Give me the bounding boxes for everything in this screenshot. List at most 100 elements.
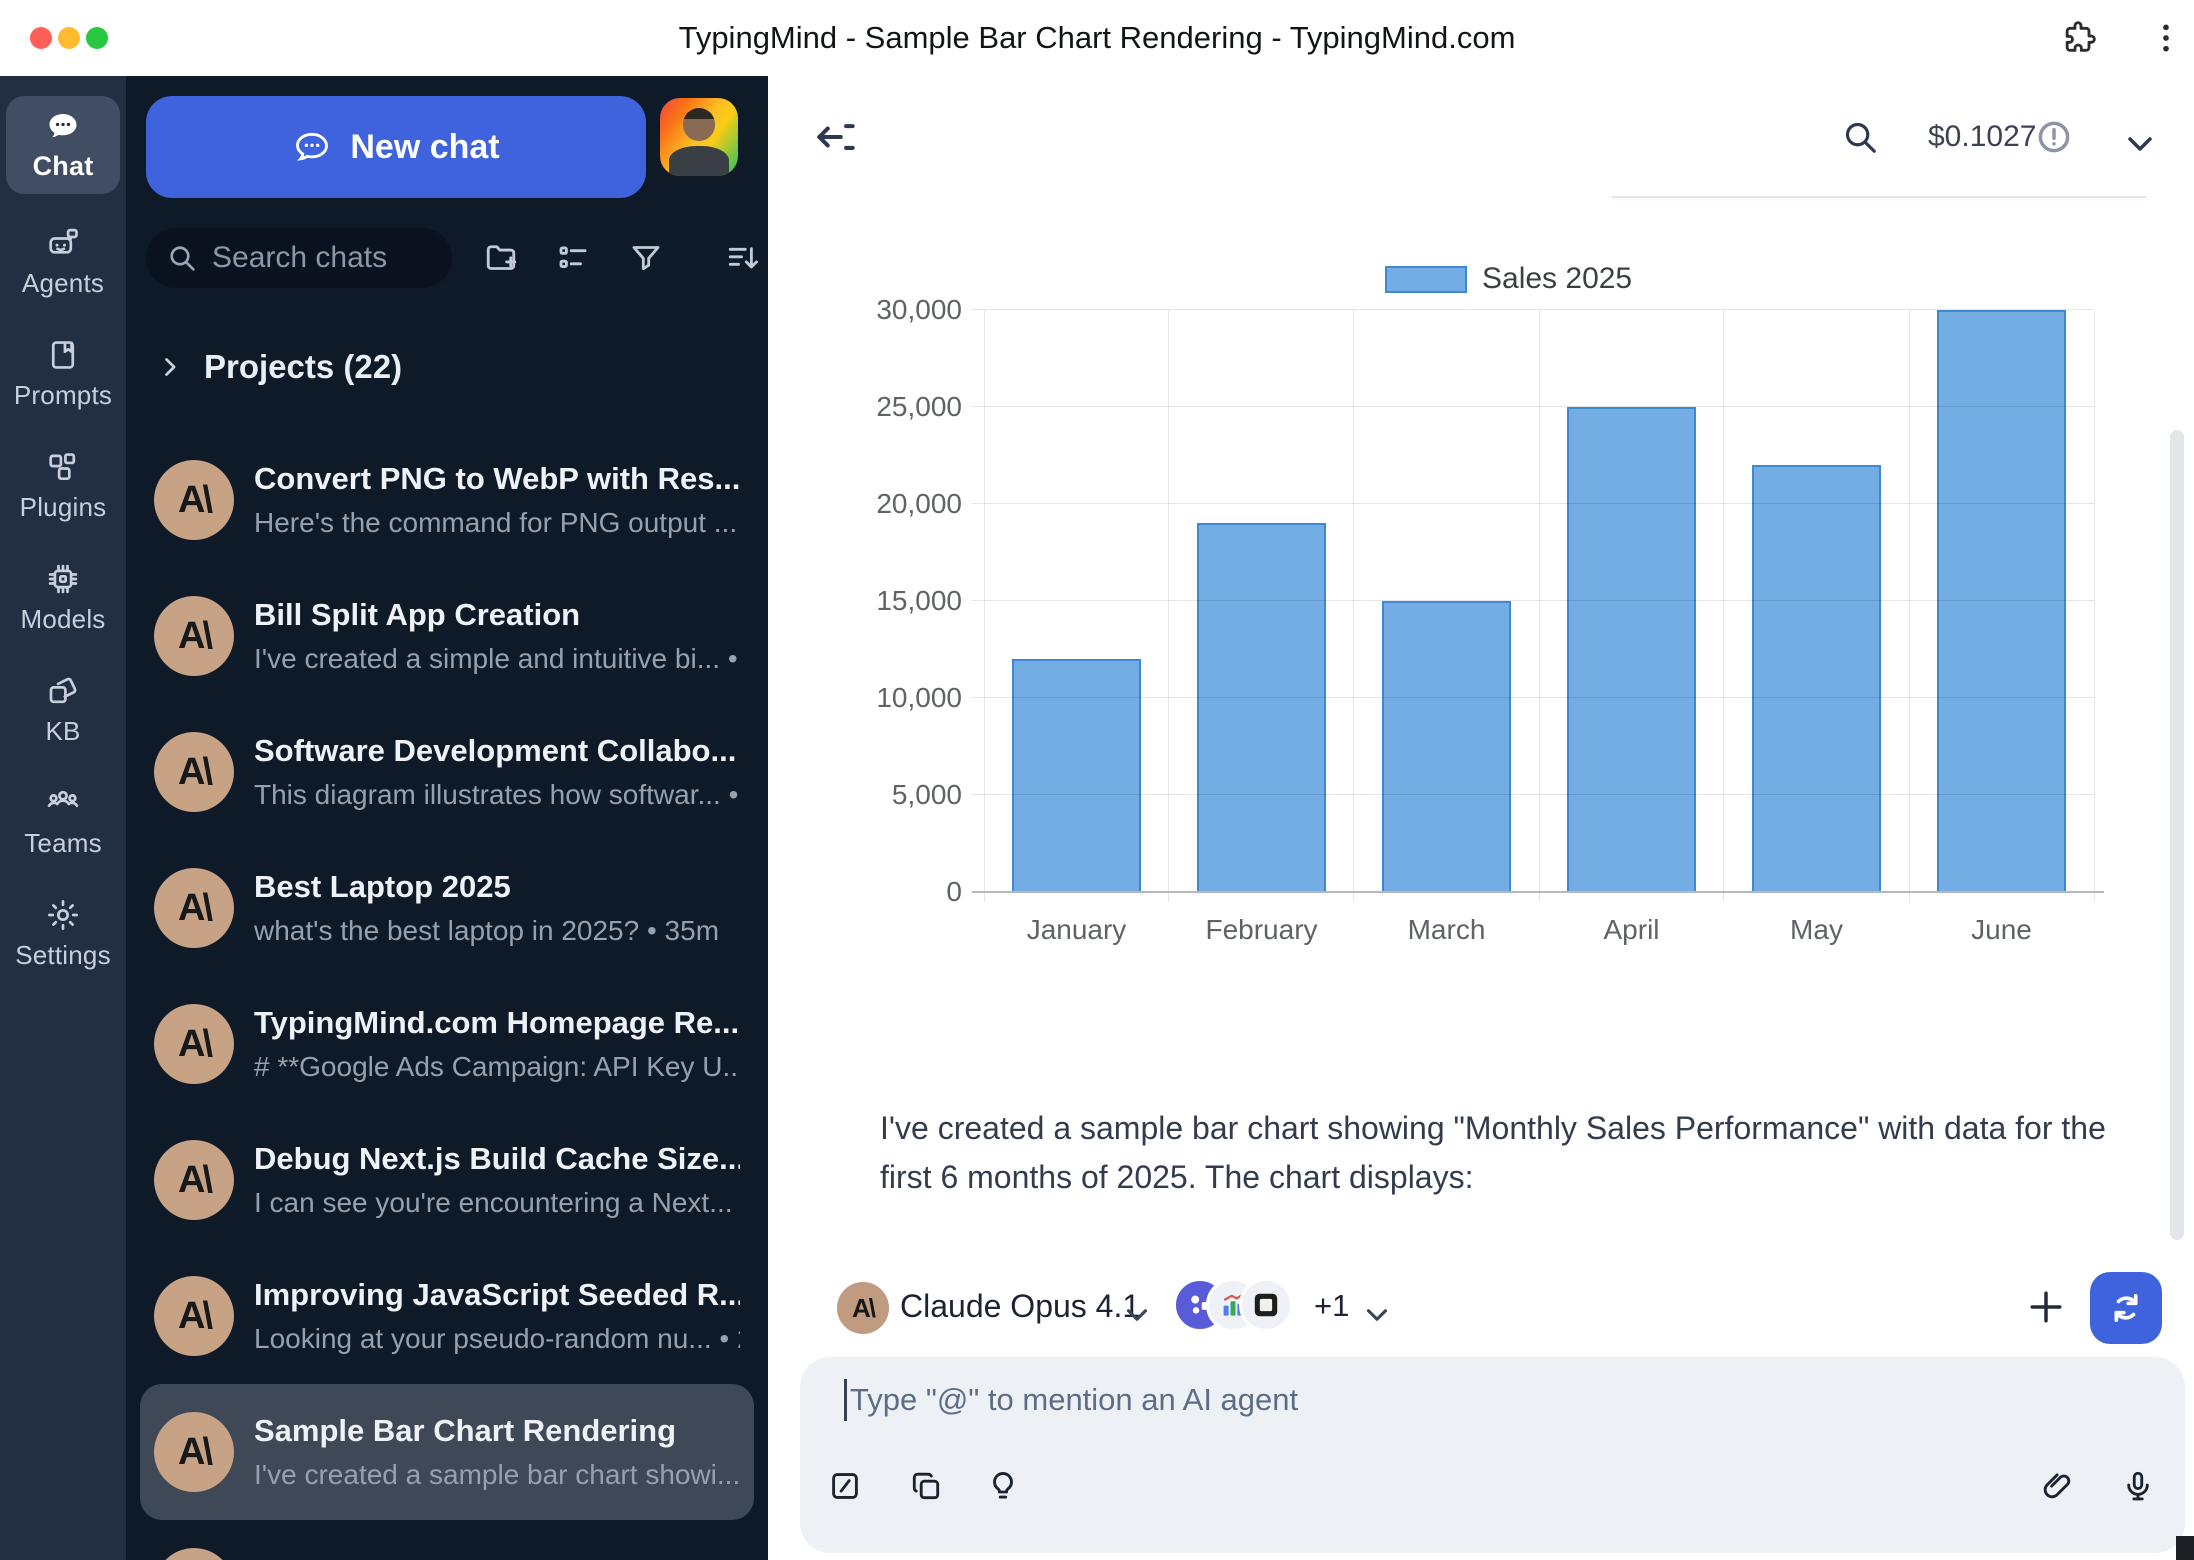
chat-item-time: • 8m <box>737 507 740 538</box>
chart-bar-march[interactable] <box>1382 601 1512 892</box>
filter-funnel-button[interactable] <box>628 240 664 276</box>
lightbulb-icon[interactable] <box>985 1468 1021 1504</box>
chart-y-tick: 30,000 <box>760 294 962 326</box>
legend-swatch[interactable] <box>1385 266 1467 293</box>
bulk-select-list-button[interactable] <box>555 240 591 276</box>
paperclip-icon[interactable] <box>2039 1468 2075 1504</box>
nav-rail-item-prompts[interactable]: Prompts <box>6 318 120 430</box>
chat-item-title: Best Laptop 2025 <box>254 869 719 905</box>
chart-gridline-h <box>972 406 2094 407</box>
browser-menu-kebab-icon[interactable] <box>2146 18 2186 58</box>
copy-pages-icon[interactable] <box>908 1468 944 1504</box>
chat-list-item[interactable]: A\ Add Dark Mode to PluginPermi... <box>140 1520 754 1560</box>
new-folder-button[interactable] <box>483 240 519 276</box>
chat-item-snippet: I can see you're encountering a Next... <box>254 1187 733 1218</box>
profile-avatar[interactable] <box>660 98 738 176</box>
chat-item-snippet: I've created a simple and intuitive bi..… <box>254 643 720 674</box>
chart-bar-february[interactable] <box>1197 523 1327 892</box>
nav-rail-item-chat[interactable]: Chat <box>6 96 120 194</box>
chart-gridline-h <box>972 794 2094 795</box>
message-input[interactable]: Type "@" to mention an AI agent <box>800 1357 2185 1553</box>
nav-rail: Chat Agents Prompts Plugins Models KB Te… <box>0 76 126 1560</box>
microphone-icon[interactable] <box>2120 1468 2156 1504</box>
legend-label[interactable]: Sales 2025 <box>1482 262 1632 296</box>
chart-gridline-v <box>1168 310 1169 902</box>
chart-x-tick: April <box>1603 914 1659 946</box>
chat-list-item[interactable]: A\ Best Laptop 2025 what's the best lapt… <box>140 840 754 976</box>
model-avatar[interactable]: A\ <box>837 1282 889 1334</box>
chart-gridline-h <box>972 600 2094 601</box>
cost-info-alert-icon[interactable] <box>2035 118 2073 156</box>
chevron-right-icon <box>156 353 184 381</box>
model-chevron-down-icon[interactable] <box>1120 1298 1154 1332</box>
new-chat-label: New chat <box>350 128 499 167</box>
chat-list-item[interactable]: A\ Debug Next.js Build Cache Size... I c… <box>140 1112 754 1248</box>
collapse-sidebar-icon[interactable] <box>812 114 858 160</box>
chat-list-item[interactable]: A\ TypingMind.com Homepage Re... # **Goo… <box>140 976 754 1112</box>
chat-list-item[interactable]: A\ Sample Bar Chart Rendering I've creat… <box>140 1384 754 1520</box>
chart-gridline-v <box>1723 310 1724 902</box>
chat-list-panel: New chat Search chats <box>126 76 768 1560</box>
anthropic-avatar: A\ <box>154 1412 234 1492</box>
people-icon <box>45 785 81 821</box>
book-icon <box>45 337 81 373</box>
chat-list-item[interactable]: A\ Software Development Collabo... This … <box>140 704 754 840</box>
blocks-icon <box>45 449 81 485</box>
chat-list-item[interactable]: A\ Bill Split App Creation I've created … <box>140 568 754 704</box>
projects-section-header[interactable]: Projects (22) <box>156 348 402 386</box>
search-conversation-icon[interactable] <box>1841 118 1879 156</box>
robot-icon <box>45 225 81 261</box>
model-selector-label[interactable]: Claude Opus 4.1 <box>900 1288 1140 1325</box>
anthropic-avatar: A\ <box>154 1276 234 1356</box>
chart-y-tick: 20,000 <box>760 488 962 520</box>
edit-canvas-icon[interactable] <box>827 1468 863 1504</box>
regenerate-button[interactable] <box>2090 1272 2162 1344</box>
chat-item-time: • 20h <box>733 1187 740 1218</box>
chat-item-snippet: I've created a sample bar chart showi... <box>254 1459 740 1490</box>
scrollbar-corner <box>2176 1536 2194 1560</box>
nav-rail-item-settings[interactable]: Settings <box>6 878 120 990</box>
text-caret <box>844 1379 847 1421</box>
extensions-puzzle-icon[interactable] <box>2060 18 2100 58</box>
header-chevron-down-icon[interactable] <box>2120 124 2160 164</box>
chart-gridline-v <box>1539 310 1540 902</box>
vertical-scrollbar-thumb[interactable] <box>2170 430 2184 1240</box>
chart-y-tick: 25,000 <box>760 391 962 423</box>
chart-y-labels: 05,00010,00015,00020,00025,00030,000 <box>768 310 970 892</box>
titlebar: TypingMind - Sample Bar Chart Rendering … <box>0 0 2194 76</box>
window-title: TypingMind - Sample Bar Chart Rendering … <box>0 20 2194 56</box>
nav-rail-items: Chat Agents Prompts Plugins Models KB Te… <box>6 96 120 990</box>
chat-item-title: Sample Bar Chart Rendering <box>254 1413 740 1449</box>
main-content: $0.1027 Sales 2025 05,00010,00015,00020,… <box>768 76 2194 1560</box>
plugins-chevron-down-icon[interactable] <box>1360 1298 1394 1332</box>
assistant-message-text: I've created a sample bar chart showing … <box>880 1104 2130 1202</box>
chat-item-snippet: Looking at your pseudo-random nu... <box>254 1323 712 1354</box>
gear-icon <box>45 897 81 933</box>
add-attachment-plus-icon[interactable] <box>2024 1285 2068 1329</box>
chat-list-item[interactable]: A\ Improving JavaScript Seeded R... Look… <box>140 1248 754 1384</box>
sort-descending-button[interactable] <box>725 240 761 276</box>
session-cost-label[interactable]: $0.1027 <box>1928 120 2036 154</box>
chat-item-title: TypingMind.com Homepage Re... <box>254 1005 740 1041</box>
chart-bar-june[interactable] <box>1937 310 2067 892</box>
nav-rail-item-teams[interactable]: Teams <box>6 766 120 878</box>
projects-header-label: Projects (22) <box>204 348 402 386</box>
new-chat-button[interactable]: New chat <box>146 96 646 198</box>
plugin-icon-3-button[interactable] <box>1239 1278 1293 1332</box>
search-icon <box>166 242 198 274</box>
nav-rail-item-agents[interactable]: Agents <box>6 206 120 318</box>
search-placeholder: Search chats <box>212 241 387 275</box>
search-chats-input[interactable]: Search chats <box>146 228 452 288</box>
chart-bar-april[interactable] <box>1567 407 1697 892</box>
chart-gridline-h <box>972 503 2094 504</box>
chart-bar-january[interactable] <box>1012 659 1142 892</box>
chat-list-item[interactable]: A\ Convert PNG to WebP with Res... Here'… <box>140 432 754 568</box>
chat-bubble-icon <box>45 108 81 144</box>
chart-bar-may[interactable] <box>1752 465 1882 892</box>
chat-item-title: Debug Next.js Build Cache Size... <box>254 1141 740 1177</box>
nav-rail-item-plugins[interactable]: Plugins <box>6 430 120 542</box>
nav-rail-item-kb[interactable]: KB <box>6 654 120 766</box>
anthropic-avatar: A\ <box>154 1548 234 1560</box>
nav-rail-item-models[interactable]: Models <box>6 542 120 654</box>
more-plugins-count[interactable]: +1 <box>1314 1288 1349 1324</box>
